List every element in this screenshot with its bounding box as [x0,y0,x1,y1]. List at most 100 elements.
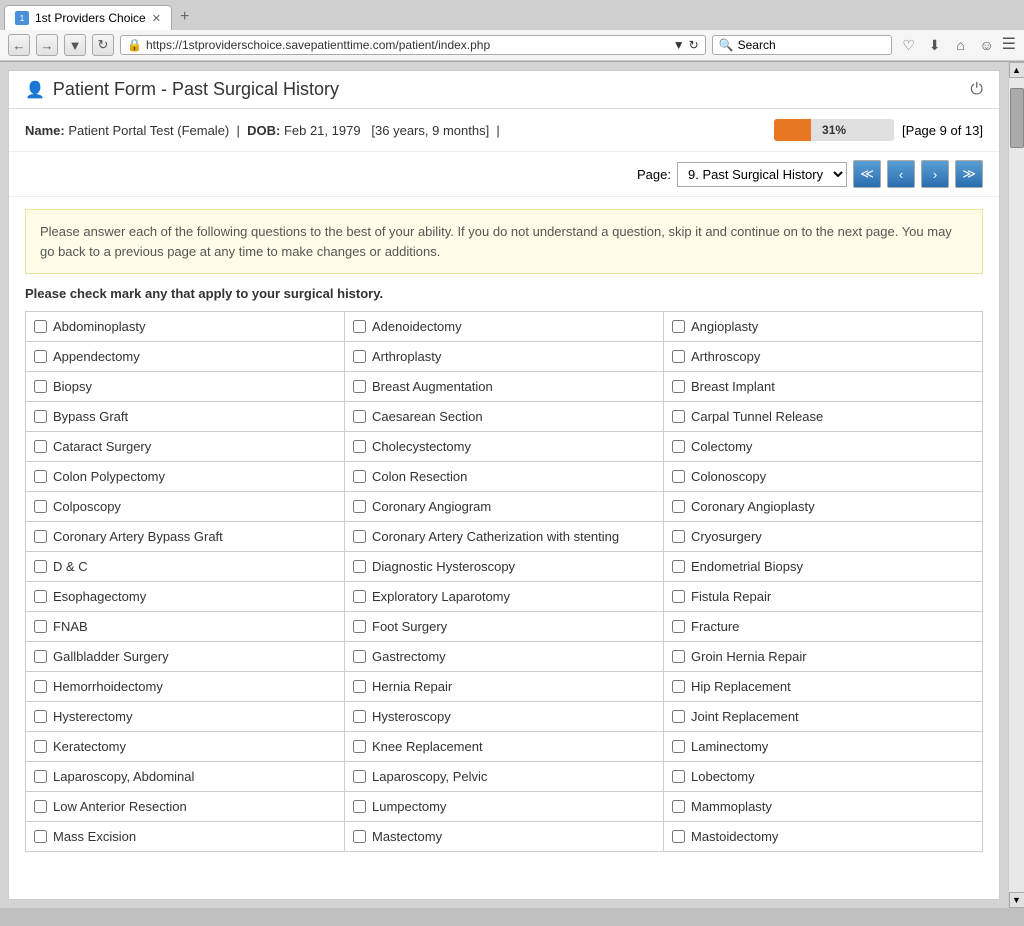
surgery-checkbox[interactable] [34,350,47,363]
surgery-checkbox[interactable] [672,380,685,393]
tab-close-button[interactable]: ✕ [152,12,161,25]
list-item[interactable]: Mammoplasty [672,799,974,814]
surgery-checkbox[interactable] [672,350,685,363]
surgery-checkbox[interactable] [353,710,366,723]
list-item[interactable]: Mastectomy [353,829,655,844]
download-icon[interactable]: ⬇ [924,34,946,56]
list-item[interactable]: D & C [34,559,336,574]
surgery-checkbox[interactable] [353,440,366,453]
surgery-checkbox[interactable] [34,410,47,423]
surgery-checkbox[interactable] [34,740,47,753]
reload-button[interactable]: ↻ [92,34,114,56]
surgery-checkbox[interactable] [34,770,47,783]
surgery-checkbox[interactable] [672,470,685,483]
list-item[interactable]: Keratectomy [34,739,336,754]
list-item[interactable]: Colon Polypectomy [34,469,336,484]
surgery-checkbox[interactable] [672,590,685,603]
surgery-checkbox[interactable] [34,320,47,333]
list-item[interactable]: Exploratory Laparotomy [353,589,655,604]
list-item[interactable]: Laparoscopy, Pelvic [353,769,655,784]
list-item[interactable]: Breast Augmentation [353,379,655,394]
list-item[interactable]: Colectomy [672,439,974,454]
surgery-checkbox[interactable] [34,620,47,633]
scroll-thumb[interactable] [1010,88,1024,148]
surgery-checkbox[interactable] [34,800,47,813]
surgery-checkbox[interactable] [672,620,685,633]
scrollbar[interactable]: ▲ ▼ [1008,62,1024,908]
list-item[interactable]: Gastrectomy [353,649,655,664]
list-item[interactable]: Adenoidectomy [353,319,655,334]
list-item[interactable]: Hysteroscopy [353,709,655,724]
surgery-checkbox[interactable] [34,500,47,513]
history-button[interactable]: ▼ [64,34,86,56]
surgery-checkbox[interactable] [34,440,47,453]
last-page-button[interactable]: ≫ [955,160,983,188]
list-item[interactable]: Joint Replacement [672,709,974,724]
list-item[interactable]: Cholecystectomy [353,439,655,454]
surgery-checkbox[interactable] [672,770,685,783]
surgery-checkbox[interactable] [353,320,366,333]
surgery-checkbox[interactable] [672,560,685,573]
list-item[interactable]: Bypass Graft [34,409,336,424]
list-item[interactable]: Laparoscopy, Abdominal [34,769,336,784]
list-item[interactable]: Colon Resection [353,469,655,484]
list-item[interactable]: Groin Hernia Repair [672,649,974,664]
surgery-checkbox[interactable] [353,800,366,813]
list-item[interactable]: Hemorrhoidectomy [34,679,336,694]
surgery-checkbox[interactable] [353,380,366,393]
list-item[interactable]: Arthroscopy [672,349,974,364]
surgery-checkbox[interactable] [672,710,685,723]
surgery-checkbox[interactable] [672,530,685,543]
list-item[interactable]: Breast Implant [672,379,974,394]
list-item[interactable]: Colonoscopy [672,469,974,484]
surgery-checkbox[interactable] [672,320,685,333]
list-item[interactable]: Endometrial Biopsy [672,559,974,574]
bookmark-icon[interactable]: ♡ [898,34,920,56]
surgery-checkbox[interactable] [353,680,366,693]
user-icon[interactable]: ☺ [976,34,998,56]
list-item[interactable]: Cataract Surgery [34,439,336,454]
list-item[interactable]: Gallbladder Surgery [34,649,336,664]
surgery-checkbox[interactable] [672,410,685,423]
list-item[interactable]: Coronary Artery Bypass Graft [34,529,336,544]
surgery-checkbox[interactable] [34,680,47,693]
new-tab-button[interactable]: + [172,4,197,30]
list-item[interactable]: Coronary Angiogram [353,499,655,514]
surgery-checkbox[interactable] [672,440,685,453]
list-item[interactable]: Laminectomy [672,739,974,754]
surgery-checkbox[interactable] [34,590,47,603]
list-item[interactable]: Knee Replacement [353,739,655,754]
list-item[interactable]: Fistula Repair [672,589,974,604]
surgery-checkbox[interactable] [34,830,47,843]
list-item[interactable]: Mastoidectomy [672,829,974,844]
list-item[interactable]: Lumpectomy [353,799,655,814]
list-item[interactable]: Colposcopy [34,499,336,514]
list-item[interactable]: Hip Replacement [672,679,974,694]
active-tab[interactable]: 1 1st Providers Choice ✕ [4,5,172,30]
next-page-button[interactable]: › [921,160,949,188]
scroll-down-button[interactable]: ▼ [1009,892,1024,908]
surgery-checkbox[interactable] [353,560,366,573]
address-bar[interactable]: 🔒 https://1stproviderschoice.savepatient… [120,35,706,55]
list-item[interactable]: Foot Surgery [353,619,655,634]
surgery-checkbox[interactable] [672,500,685,513]
list-item[interactable]: Hernia Repair [353,679,655,694]
surgery-checkbox[interactable] [672,740,685,753]
surgery-checkbox[interactable] [353,410,366,423]
surgery-checkbox[interactable] [353,620,366,633]
list-item[interactable]: Caesarean Section [353,409,655,424]
surgery-checkbox[interactable] [353,740,366,753]
surgery-checkbox[interactable] [672,830,685,843]
list-item[interactable]: Esophagectomy [34,589,336,604]
surgery-checkbox[interactable] [34,530,47,543]
search-bar[interactable]: 🔍 Search [712,35,892,55]
prev-page-button[interactable]: ‹ [887,160,915,188]
forward-button[interactable]: → [36,34,58,56]
surgery-checkbox[interactable] [34,380,47,393]
list-item[interactable]: Fracture [672,619,974,634]
surgery-checkbox[interactable] [672,800,685,813]
back-button[interactable]: ← [8,34,30,56]
list-item[interactable]: Hysterectomy [34,709,336,724]
surgery-checkbox[interactable] [353,650,366,663]
list-item[interactable]: Cryosurgery [672,529,974,544]
